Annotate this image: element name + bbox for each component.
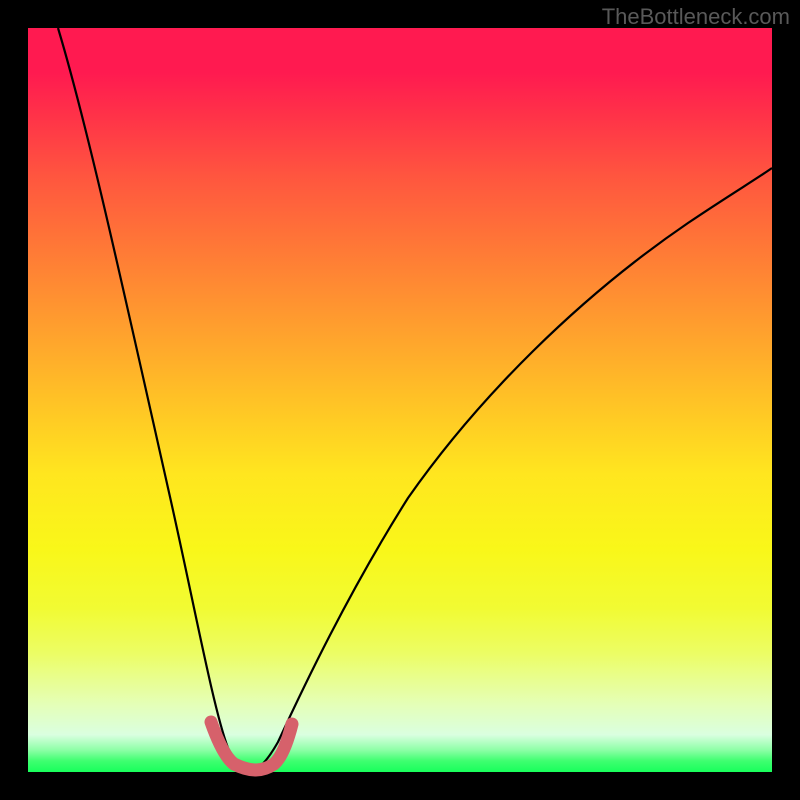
watermark-label: TheBottleneck.com [602,4,790,30]
bottleneck-curve [58,28,772,770]
chart-container: TheBottleneck.com [0,0,800,800]
plot-area [28,28,772,772]
highlight-band [211,722,292,770]
curve-layer [28,28,772,772]
